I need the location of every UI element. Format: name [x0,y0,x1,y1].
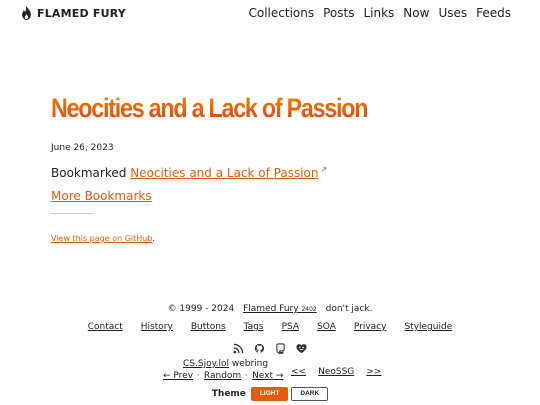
heart-face-icon[interactable] [296,343,307,354]
footer-link-soa[interactable]: SOA [317,321,336,333]
neossg-next-link[interactable]: >> [366,367,381,377]
webring-title: CS.Sjoy.lol webring [183,359,268,369]
theme-switcher: Theme LIGHT DARK [0,387,540,401]
more-bookmarks-link[interactable]: More Bookmarks [51,189,152,203]
github-icon[interactable] [254,343,265,354]
mastodon-icon[interactable] [275,343,286,354]
divider [51,213,93,214]
social-links [0,343,540,354]
theme-label: Theme [211,389,246,399]
page-title: Neocities and a Lack of Passion [51,92,429,124]
webring-nav: ← Prev · Random · Next → [163,371,284,381]
footer-link-tags[interactable]: Tags [244,321,264,333]
rss-icon[interactable] [233,343,244,354]
nav-posts[interactable]: Posts [323,6,354,20]
webring-suffix: webring [231,359,269,369]
site-header: FLAMED FURY Collections Posts Links Now … [0,0,540,28]
copyright: © 1999 - 2024 Flamed Fury 2402 don't jac… [0,303,540,316]
github-suffix: . [152,234,155,243]
footer-link-styleguide[interactable]: Styleguide [404,321,452,333]
theme-dark-button[interactable]: DARK [291,387,329,401]
bookmark-prefix: Bookmarked [51,166,127,180]
neossg-link[interactable]: NeoSSG [318,367,354,377]
tagline: don't jack. [325,304,373,314]
external-link-icon: ↗ [320,165,328,174]
theme-light-button[interactable]: LIGHT [250,387,289,401]
footer-link-buttons[interactable]: Buttons [191,321,226,333]
nav-collections[interactable]: Collections [249,6,315,20]
webring-next-link[interactable]: Next → [252,371,283,381]
footer-link-contact[interactable]: Contact [88,321,123,333]
webring-random-link[interactable]: Random [204,371,241,381]
neossg-ring: << NeoSSG >> [291,367,393,377]
nav-uses[interactable]: Uses [438,6,467,20]
bookmark-line: Bookmarked Neocities and a Lack of Passi… [51,165,327,180]
main-content: Neocities and a Lack of Passion June 26,… [51,92,491,243]
site-name: FLAMED FURY [37,6,126,20]
webring: CS.Sjoy.lol webring ← Prev · Random · Next →… [163,359,403,389]
copyright-years: © 1999 - 2024 [167,304,235,314]
webring-site-link[interactable]: CS.Sjoy.lol [183,359,229,369]
nav-now[interactable]: Now [403,6,429,20]
github-line: View this page on GitHub. [51,234,155,243]
bookmark-link[interactable]: Neocities and a Lack of Passion [130,166,318,180]
neossg-prev-link[interactable]: << [291,367,306,377]
copyright-name: Flamed Fury [243,304,299,314]
webring-prev-link[interactable]: ← Prev [163,371,193,381]
site-brand[interactable]: FLAMED FURY [20,6,126,20]
nav-links[interactable]: Links [363,6,394,20]
github-link[interactable]: View this page on GitHub [51,234,152,243]
nav-feeds[interactable]: Feeds [476,6,511,20]
footer-link-privacy[interactable]: Privacy [354,321,387,333]
flame-icon [22,6,31,20]
footer-link-psa[interactable]: PSA [282,321,299,333]
main-nav: Collections Posts Links Now Uses Feeds [249,6,512,20]
footer-links: Contact History Buttons Tags PSA SOA Pri… [0,321,540,333]
copyright-name-link[interactable]: Flamed Fury 2402 [243,304,317,314]
footer-link-history[interactable]: History [141,321,173,333]
post-date: June 26, 2023 [51,143,114,153]
version: 2402 [301,306,317,313]
